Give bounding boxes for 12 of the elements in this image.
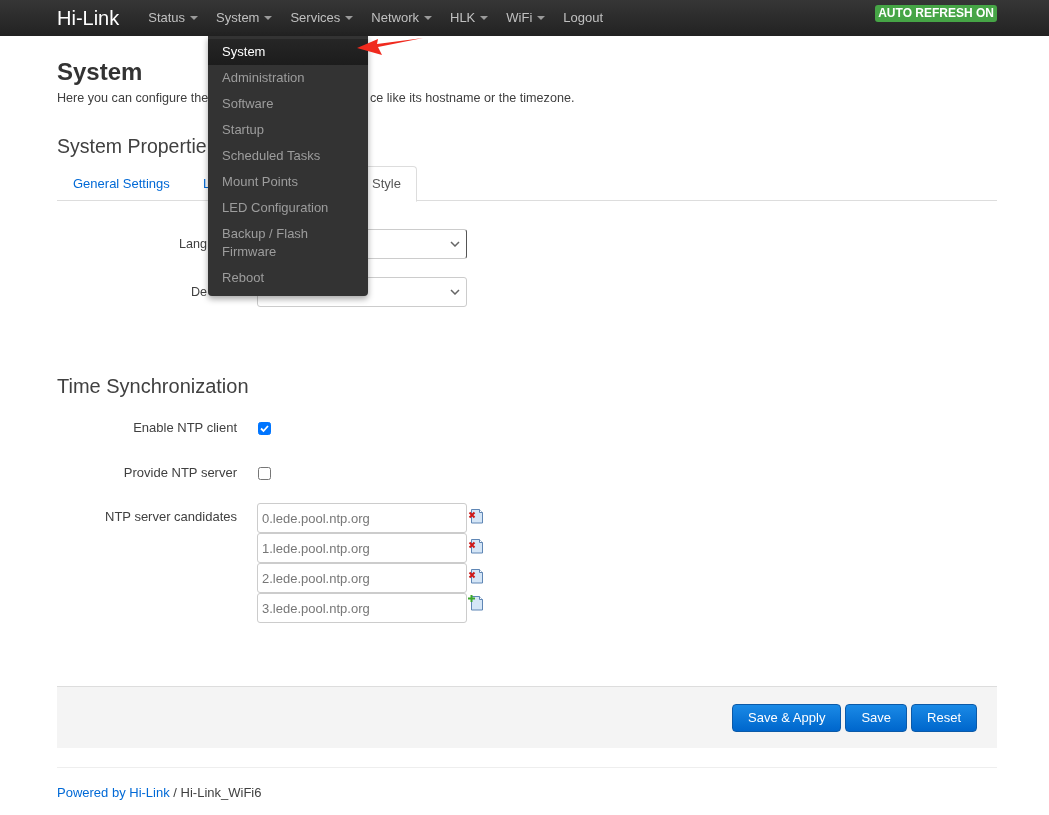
field-label: NTP server candidates bbox=[104, 508, 237, 525]
status-badge: AUTO REFRESH ON bbox=[875, 5, 997, 22]
field-label: Lang bbox=[177, 235, 207, 253]
description-text: Here you can configure the bbox=[57, 90, 209, 107]
section-heading: Time Synchronization bbox=[57, 374, 249, 398]
page-title: System bbox=[57, 58, 143, 86]
field-label: De bbox=[189, 283, 207, 301]
field-label: Enable NTP client bbox=[132, 419, 237, 438]
field-label: Provide NTP server bbox=[122, 464, 237, 483]
description-text: ce like its hostname or the timezone. bbox=[370, 90, 575, 107]
section-heading: System Propertie bbox=[57, 134, 207, 158]
footer-text: Powered by Hi-Link / Hi-Link_WiFi6 bbox=[57, 785, 262, 801]
